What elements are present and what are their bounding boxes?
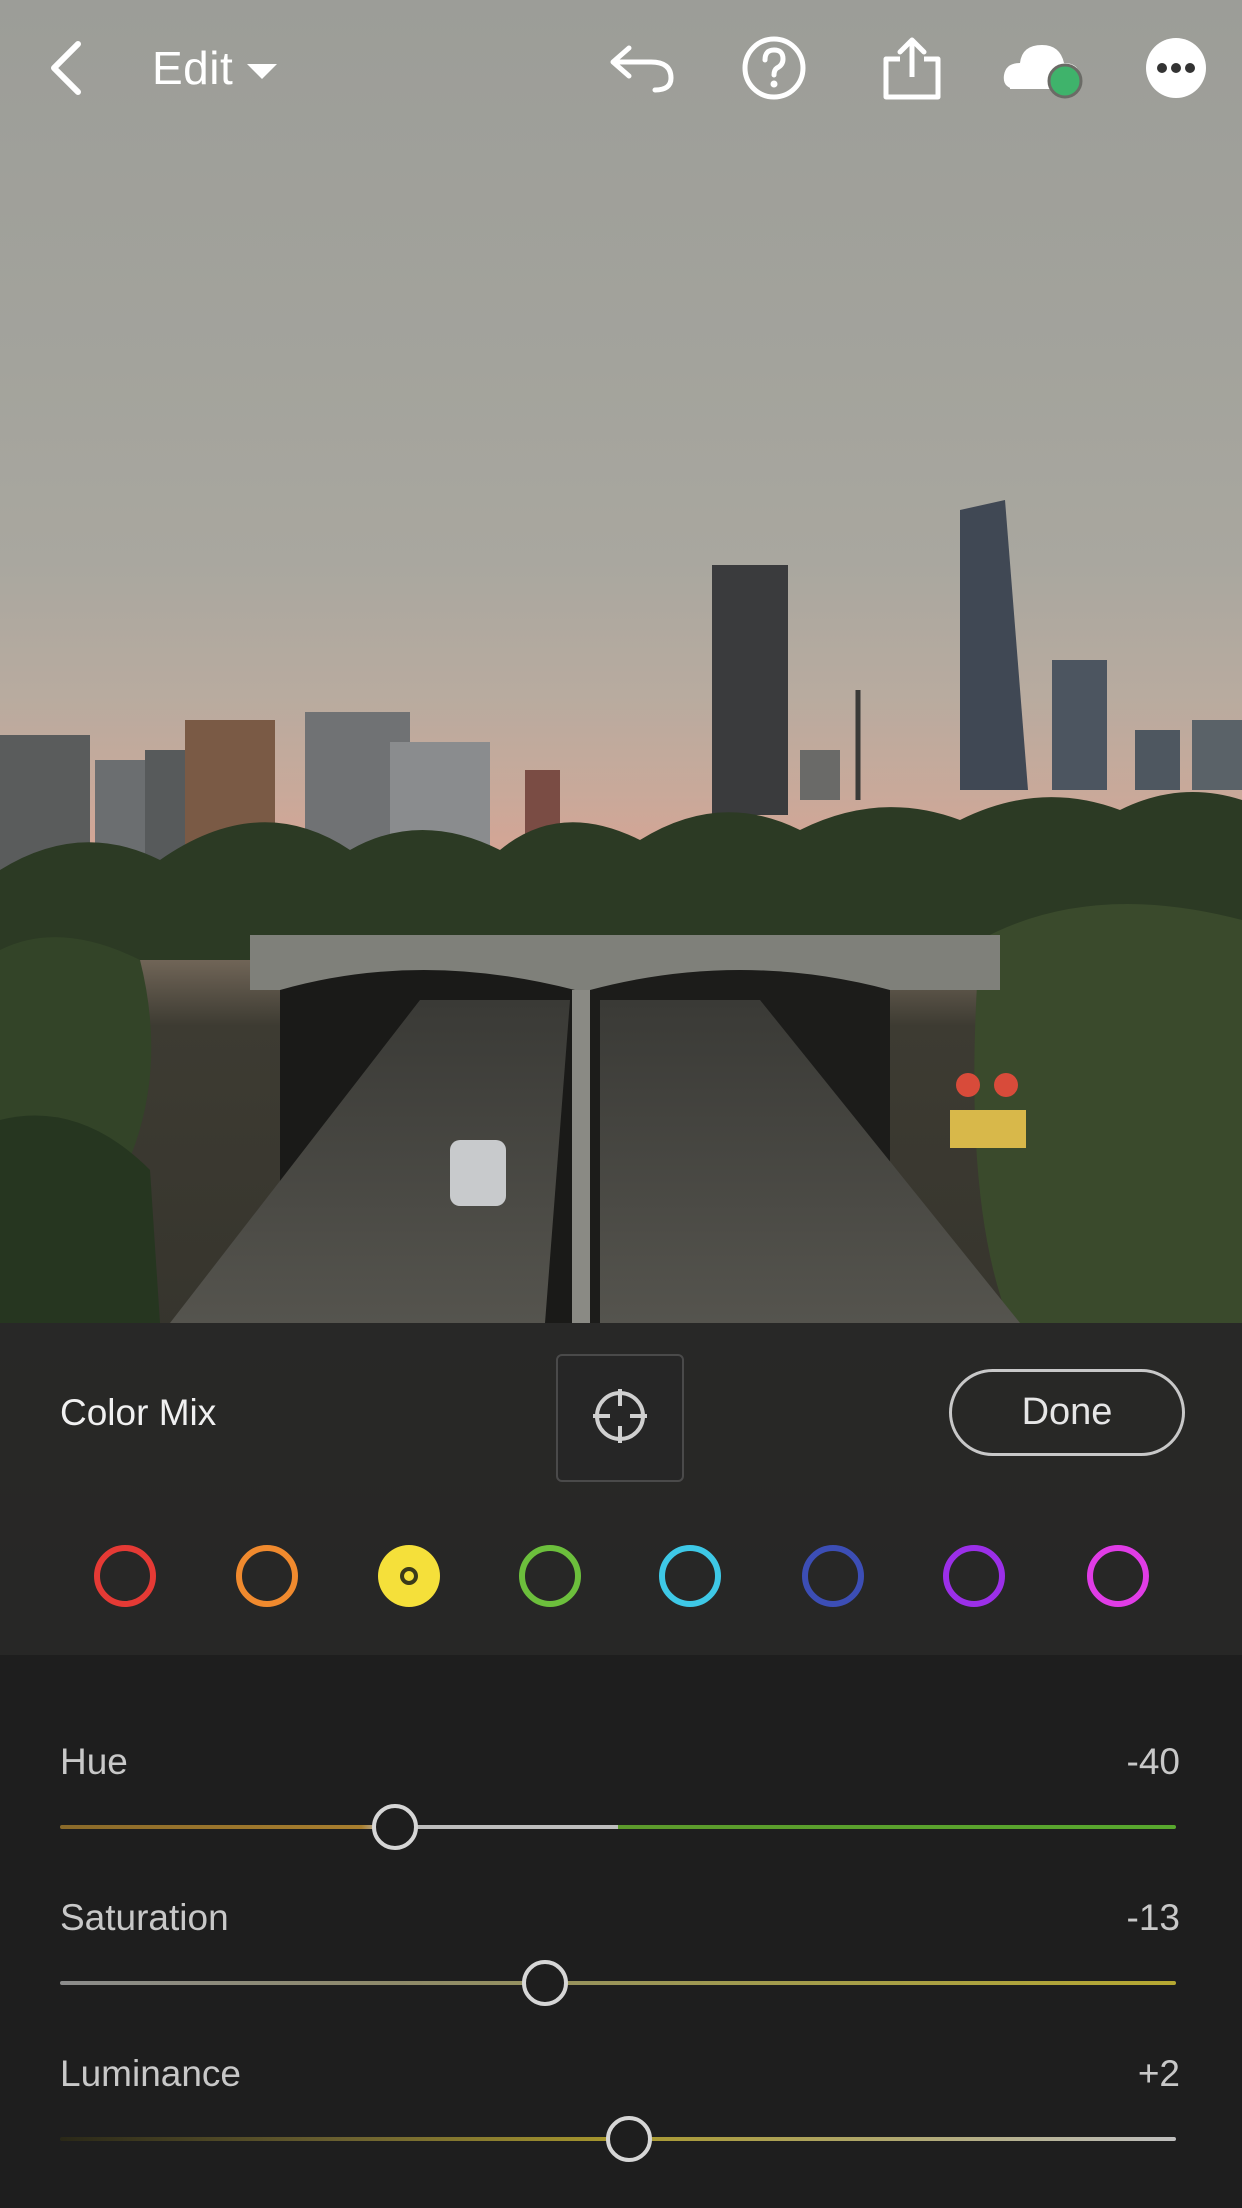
share-button[interactable] xyxy=(874,30,950,106)
luminance-slider-thumb[interactable] xyxy=(606,2116,653,2162)
saturation-slider-track[interactable] xyxy=(60,1981,1176,1985)
color-mix-title: Color Mix xyxy=(60,1392,217,1433)
saturation-value[interactable]: -13 xyxy=(1127,1897,1180,1939)
hue-slider-track[interactable] xyxy=(60,1825,1176,1829)
more-options-button[interactable] xyxy=(1138,30,1214,106)
back-icon xyxy=(46,38,86,98)
luminance-value[interactable]: +2 xyxy=(1138,2053,1180,2095)
done-button[interactable]: Done xyxy=(949,1369,1185,1456)
swatch-blue[interactable] xyxy=(802,1545,864,1607)
saturation-label: Saturation xyxy=(60,1897,229,1938)
help-button[interactable] xyxy=(736,30,812,106)
swatch-green[interactable] xyxy=(519,1545,581,1607)
chevron-down-icon xyxy=(247,63,278,79)
cloud-sync-button[interactable] xyxy=(1000,30,1090,106)
luminance-label: Luminance xyxy=(60,2053,242,2094)
swatch-magenta[interactable] xyxy=(1087,1545,1149,1607)
top-toolbar: Edit xyxy=(0,0,1242,140)
swatch-orange[interactable] xyxy=(236,1545,298,1607)
swatch-red[interactable] xyxy=(94,1545,156,1607)
hue-label: Hue xyxy=(60,1741,128,1782)
share-icon xyxy=(880,35,944,101)
selected-indicator xyxy=(400,1567,418,1585)
undo-button[interactable] xyxy=(604,30,680,106)
cloud-sync-icon xyxy=(1000,37,1090,99)
target-adjust-icon xyxy=(590,1386,650,1451)
undo-icon xyxy=(607,40,677,96)
hue-slider-thumb[interactable] xyxy=(371,1804,418,1850)
swatch-aqua[interactable] xyxy=(659,1545,721,1607)
hue-value[interactable]: -40 xyxy=(1127,1741,1180,1783)
edit-mode-label: Edit xyxy=(152,42,234,94)
back-button[interactable] xyxy=(28,30,104,106)
done-label: Done xyxy=(1021,1391,1113,1433)
swatch-yellow[interactable] xyxy=(378,1545,440,1607)
help-icon xyxy=(741,35,807,101)
target-adjustment-button[interactable] xyxy=(556,1354,684,1482)
swatch-purple[interactable] xyxy=(943,1545,1005,1607)
more-icon xyxy=(1144,36,1208,100)
edit-mode-dropdown[interactable]: Edit xyxy=(152,36,278,100)
